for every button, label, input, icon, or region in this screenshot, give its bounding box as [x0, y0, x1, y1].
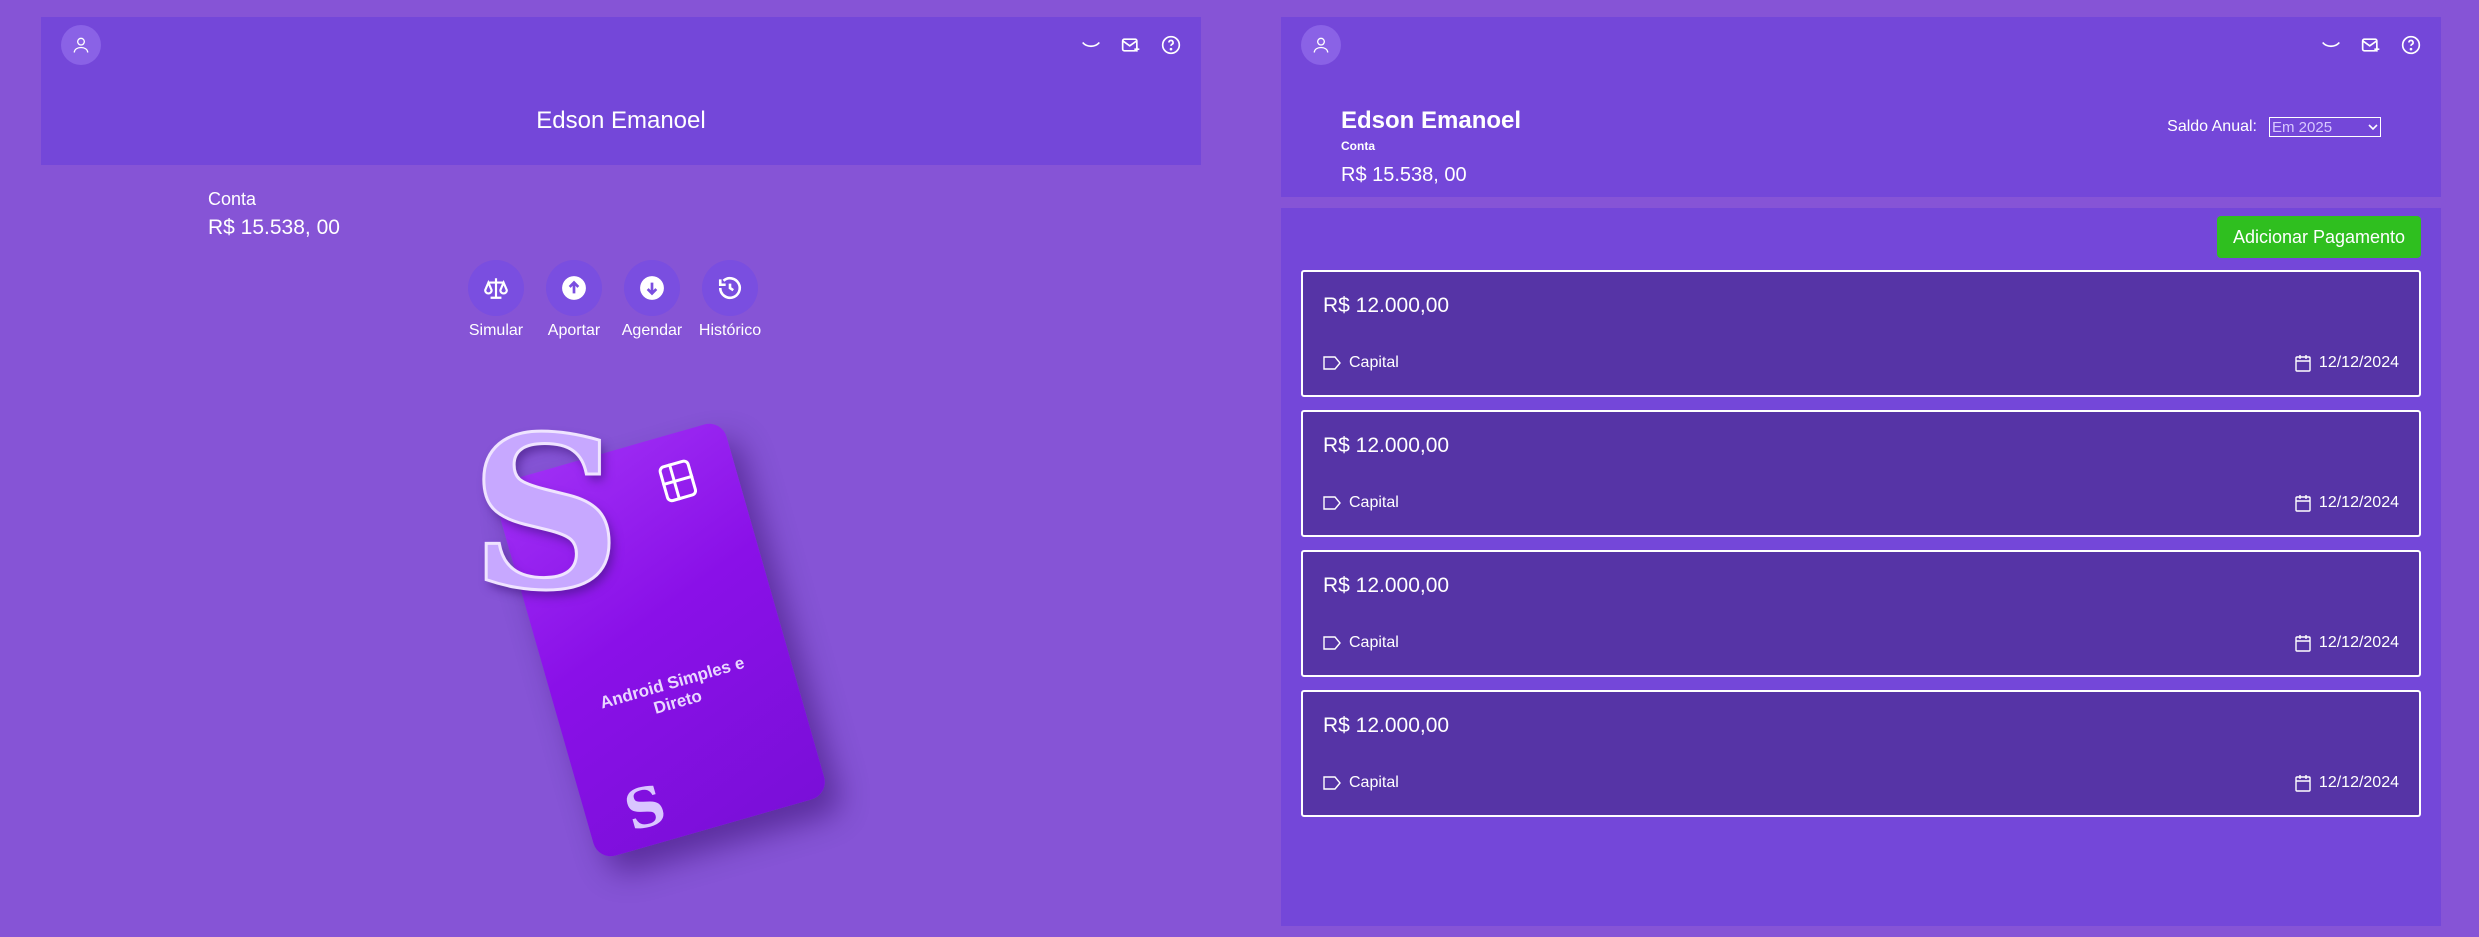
arrow-up-circle-icon [562, 276, 586, 300]
right-header: Edson Emanoel Conta R$ 15.538, 00 Saldo … [1281, 17, 2441, 197]
eye-closed-icon[interactable] [2321, 35, 2341, 55]
payment-tag-label: Capital [1349, 634, 1399, 651]
agendar-button[interactable]: Agendar [622, 260, 682, 340]
payments-panel: Adicionar Pagamento R$ 12.000,00 Capital… [1281, 208, 2441, 926]
payment-item[interactable]: R$ 12.000,00 Capital 12/12/2024 [1301, 550, 2421, 677]
payment-amount: R$ 12.000,00 [1323, 574, 1450, 597]
add-payment-button[interactable]: Adicionar Pagamento [2217, 216, 2421, 258]
history-icon [718, 276, 742, 300]
calendar-icon [2295, 495, 2311, 512]
chip-icon [657, 458, 699, 504]
historico-button[interactable]: Histórico [698, 260, 762, 340]
saldo-label: Saldo Anual: [2167, 118, 2257, 135]
eye-closed-icon[interactable] [1081, 35, 1101, 55]
payment-date-label: 12/12/2024 [2318, 634, 2399, 651]
card-logo: S [617, 771, 673, 844]
card-tagline: Android Simples e Direto [597, 653, 747, 718]
aportar-button[interactable]: Aportar [544, 260, 604, 340]
payment-tag: Capital [1323, 774, 1399, 792]
help-icon[interactable] [1161, 35, 1181, 55]
payment-date: 12/12/2024 [2295, 354, 2399, 372]
user-name: Edson Emanoel [1341, 107, 1522, 134]
payment-list: R$ 12.000,00 Capital 12/12/2024 R$ 12.00… [1301, 270, 2421, 830]
card-illustration: Android Simples e Direto S S [430, 389, 850, 870]
help-icon[interactable] [2401, 35, 2421, 55]
balance-label: Conta [208, 189, 257, 209]
payment-tag: Capital [1323, 354, 1399, 372]
aportar-label: Aportar [547, 322, 601, 339]
payment-date: 12/12/2024 [2295, 774, 2399, 792]
brand-logo: S [469, 389, 624, 639]
calendar-icon [2295, 635, 2311, 652]
left-header: Edson Emanoel [41, 17, 1201, 165]
tag-icon [1323, 776, 1341, 790]
saldo-anual-filter: Saldo Anual: Em 2025 [2167, 117, 2381, 137]
year-select-value: Em 2025 [2272, 118, 2333, 136]
payment-item[interactable]: R$ 12.000,00 Capital 12/12/2024 [1301, 410, 2421, 537]
user-avatar[interactable] [61, 25, 101, 65]
scale-icon [484, 278, 508, 299]
chevron-down-icon [2368, 124, 2378, 131]
user-icon [1313, 37, 1329, 53]
simular-label: Simular [468, 322, 524, 339]
historico-label: Histórico [698, 322, 762, 339]
balance-value: R$ 15.538, 00 [1341, 164, 1467, 186]
calendar-icon [2295, 775, 2311, 792]
calendar-icon [2295, 355, 2311, 372]
payment-date-label: 12/12/2024 [2318, 774, 2399, 791]
payment-date-label: 12/12/2024 [2318, 494, 2399, 511]
simular-button[interactable]: Simular [466, 260, 526, 340]
top-icons [1081, 35, 1181, 55]
tag-icon [1323, 636, 1341, 650]
tag-icon [1323, 356, 1341, 370]
payment-date: 12/12/2024 [2295, 494, 2399, 512]
user-avatar[interactable] [1301, 25, 1341, 65]
arrow-down-circle-icon [640, 276, 664, 300]
year-select[interactable]: Em 2025 [2269, 117, 2381, 137]
mail-icon[interactable] [1121, 35, 1141, 55]
payment-amount: R$ 12.000,00 [1323, 434, 1450, 457]
payment-date-label: 12/12/2024 [2318, 354, 2399, 371]
mail-icon[interactable] [2361, 35, 2381, 55]
balance-value: R$ 15.538, 00 [208, 216, 340, 239]
payment-amount: R$ 12.000,00 [1323, 714, 1450, 737]
payment-tag: Capital [1323, 634, 1399, 652]
quick-actions: Simular Aportar Agendar Histórico [466, 260, 762, 340]
user-name: Edson Emanoel [536, 107, 706, 134]
payment-tag: Capital [1323, 494, 1399, 512]
payment-date: 12/12/2024 [2295, 634, 2399, 652]
payment-tag-label: Capital [1349, 494, 1399, 511]
user-icon [73, 37, 89, 53]
payment-amount: R$ 12.000,00 [1323, 294, 1450, 317]
tag-icon [1323, 496, 1341, 510]
agendar-label: Agendar [621, 322, 683, 339]
payment-item[interactable]: R$ 12.000,00 Capital 12/12/2024 [1301, 270, 2421, 397]
payment-tag-label: Capital [1349, 774, 1399, 791]
payment-item[interactable]: R$ 12.000,00 Capital 12/12/2024 [1301, 690, 2421, 817]
top-icons [2321, 35, 2421, 55]
balance-label: Conta [1341, 139, 1375, 153]
payment-tag-label: Capital [1349, 354, 1399, 371]
